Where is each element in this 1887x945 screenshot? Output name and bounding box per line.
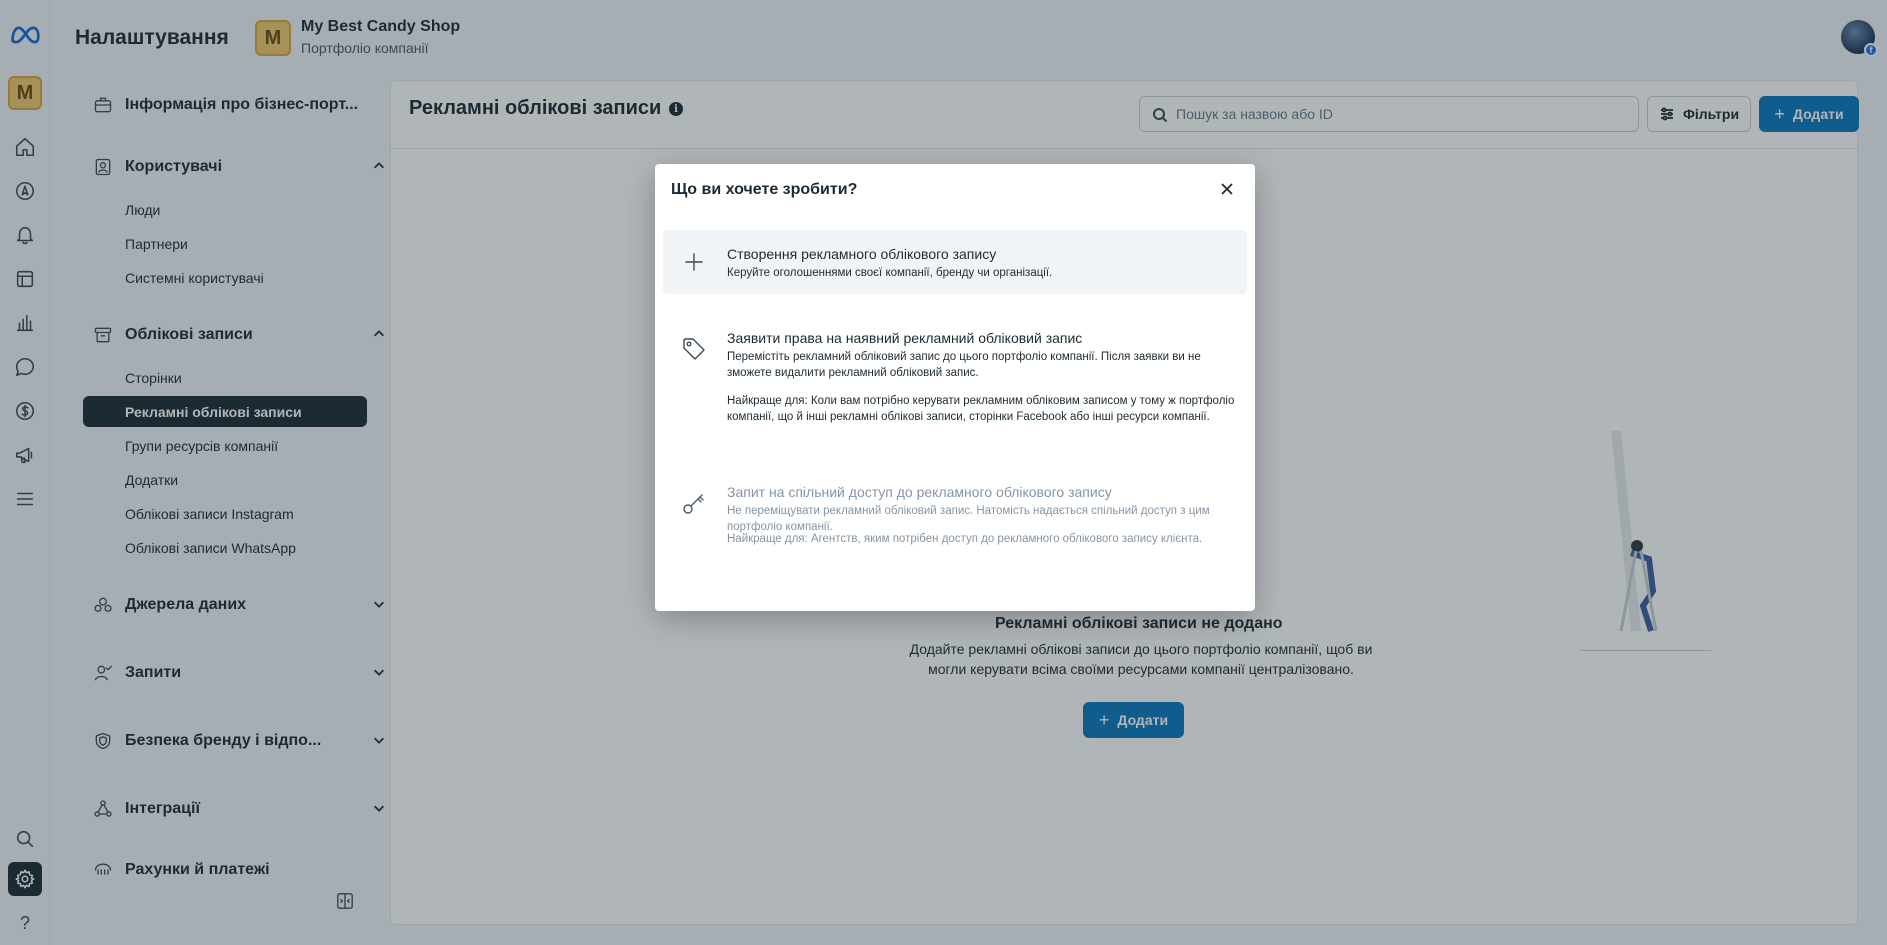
dialog-title: Що ви хочете зробити? xyxy=(671,181,858,198)
tag-icon xyxy=(681,336,707,362)
option-claim-ad-account[interactable]: Заявити права на наявний рекламний облік… xyxy=(663,314,1247,448)
plus-icon xyxy=(681,249,707,275)
option-create-ad-account[interactable]: Створення рекламного облікового запису К… xyxy=(663,230,1247,294)
add-ad-account-dialog: Що ви хочете зробити? Створення рекламно… xyxy=(655,164,1255,611)
close-icon[interactable] xyxy=(1219,181,1237,199)
option-request-ad-account-access[interactable]: Запит на спільний доступ до рекламного о… xyxy=(663,468,1247,578)
key-icon xyxy=(681,490,707,516)
